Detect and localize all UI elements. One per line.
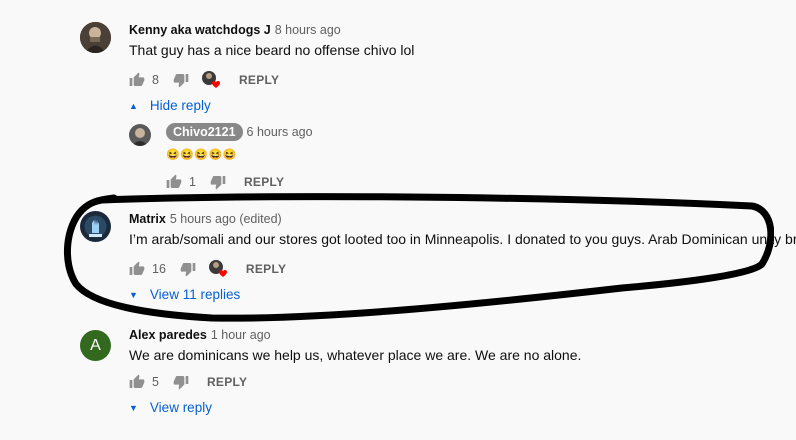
- reply-button[interactable]: REPLY: [244, 175, 284, 189]
- creator-heart-icon: [201, 70, 221, 90]
- author-name[interactable]: Alex paredes: [129, 328, 207, 342]
- like-count: 5: [152, 375, 159, 389]
- creator-heart-icon: [208, 259, 228, 279]
- comment-header: Kenny aka watchdogs J 8 hours ago: [129, 23, 341, 37]
- chevron-down-icon: ▼: [129, 289, 138, 300]
- timestamp[interactable]: 1 hour ago: [211, 328, 271, 342]
- comment-actions: 5 REPLY: [129, 374, 247, 390]
- avatar[interactable]: A: [80, 330, 111, 361]
- toggle-label: View reply: [149, 400, 212, 415]
- creator-name-badge[interactable]: Chivo2121: [166, 123, 243, 141]
- like-icon[interactable]: [129, 374, 145, 390]
- like-icon[interactable]: [166, 174, 182, 190]
- hide-replies-toggle[interactable]: ▲ Hide reply: [129, 98, 211, 113]
- view-replies-toggle[interactable]: ▼ View reply: [129, 400, 212, 415]
- like-icon[interactable]: [129, 72, 145, 88]
- reply-button[interactable]: REPLY: [239, 73, 279, 87]
- reply-button[interactable]: REPLY: [207, 375, 247, 389]
- reply-button[interactable]: REPLY: [246, 262, 286, 276]
- dislike-icon[interactable]: [173, 72, 189, 88]
- author-name[interactable]: Matrix: [129, 212, 166, 226]
- avatar[interactable]: [80, 22, 111, 53]
- timestamp[interactable]: 5 hours ago (edited): [170, 212, 282, 226]
- timestamp[interactable]: 6 hours ago: [247, 125, 313, 139]
- avatar[interactable]: [129, 124, 151, 146]
- comment-header: Chivo2121 6 hours ago: [166, 123, 313, 141]
- like-count: 1: [189, 175, 196, 189]
- author-name[interactable]: Kenny aka watchdogs J: [129, 23, 271, 37]
- dislike-icon[interactable]: [173, 374, 189, 390]
- toggle-label: Hide reply: [149, 98, 211, 113]
- view-replies-toggle[interactable]: ▼ View 11 replies: [129, 287, 240, 302]
- comment-header: Matrix 5 hours ago (edited): [129, 212, 282, 226]
- comment-text: 😆😆😆😆😆: [166, 149, 237, 161]
- comment-actions: 8 REPLY: [129, 70, 279, 90]
- comment-text: That guy has a nice beard no offense chi…: [129, 42, 415, 58]
- comment-actions: 16 REPLY: [129, 259, 286, 279]
- comment-actions: 1 REPLY: [166, 174, 284, 190]
- timestamp[interactable]: 8 hours ago: [275, 23, 341, 37]
- like-icon[interactable]: [129, 261, 145, 277]
- dislike-icon[interactable]: [210, 174, 226, 190]
- comment-header: Alex paredes 1 hour ago: [129, 328, 271, 342]
- chevron-up-icon: ▲: [129, 100, 138, 111]
- like-count: 8: [152, 73, 159, 87]
- comment-text: We are dominicans we help us, whatever p…: [129, 347, 582, 363]
- avatar[interactable]: [80, 211, 111, 242]
- avatar-letter: A: [90, 336, 101, 354]
- like-count: 16: [152, 262, 166, 276]
- dislike-icon[interactable]: [180, 261, 196, 277]
- toggle-label: View 11 replies: [149, 287, 241, 302]
- chevron-down-icon: ▼: [129, 402, 138, 413]
- comment-text: I’m arab/somali and our stores got loote…: [129, 231, 796, 247]
